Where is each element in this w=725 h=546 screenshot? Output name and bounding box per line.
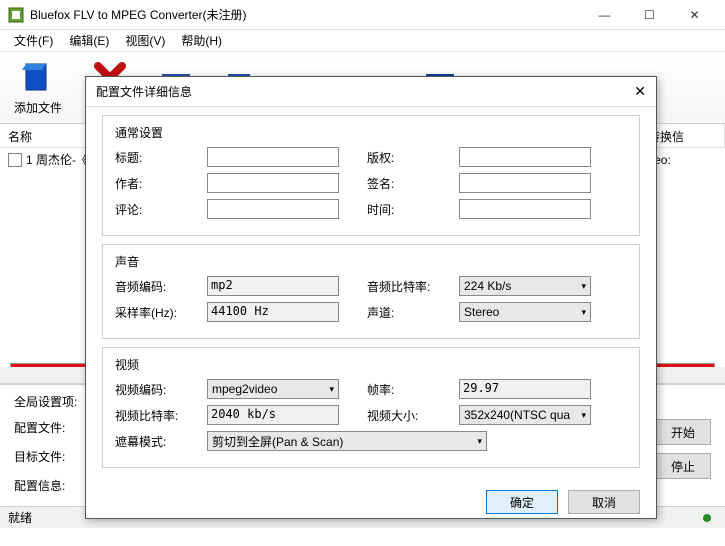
- profile-detail-dialog: 配置文件详细信息 ✕ 通常设置 标题: 版权: 作者: 签名: 评论: 时间:: [85, 76, 657, 519]
- file-icon: [8, 153, 22, 167]
- fps-value: 29.97: [459, 379, 591, 399]
- cancel-button[interactable]: 取消: [568, 490, 640, 514]
- fps-label: 帧率:: [367, 381, 451, 398]
- info-label: 配置信息:: [14, 477, 84, 494]
- video-legend: 视频: [115, 356, 627, 373]
- chevron-down-icon: ▾: [581, 410, 586, 421]
- audio-bitrate-label: 音频比特率:: [367, 278, 451, 295]
- menu-file[interactable]: 文件(F): [6, 30, 61, 51]
- title-bar: Bluefox FLV to MPEG Converter(未注册) — ☐ ✕: [0, 0, 725, 30]
- stop-button[interactable]: 停止: [655, 453, 711, 479]
- mask-mode-label: 遮幕模式:: [115, 433, 199, 450]
- video-size-label: 视频大小:: [367, 407, 451, 424]
- app-icon: [8, 7, 24, 23]
- sample-rate-value: 44100 Hz: [207, 302, 339, 322]
- audio-codec-label: 音频编码:: [115, 278, 199, 295]
- menu-view[interactable]: 视图(V): [117, 30, 173, 51]
- audio-legend: 声音: [115, 253, 627, 270]
- menu-help[interactable]: 帮助(H): [173, 30, 230, 51]
- channel-label: 声道:: [367, 304, 451, 321]
- close-button[interactable]: ✕: [672, 1, 717, 29]
- dialog-title: 配置文件详细信息: [96, 83, 634, 100]
- video-bitrate-value: 2040 kb/s: [207, 405, 339, 425]
- title-input[interactable]: [207, 147, 339, 167]
- title-label: 标题:: [115, 149, 199, 166]
- mask-mode-select[interactable]: 剪切到全屏(Pan & Scan)▾: [207, 431, 487, 451]
- maximize-button[interactable]: ☐: [627, 1, 672, 29]
- ok-button[interactable]: 确定: [486, 490, 558, 514]
- menu-bar: 文件(F) 编辑(E) 视图(V) 帮助(H): [0, 30, 725, 52]
- dialog-buttons: 确定 取消: [86, 488, 656, 518]
- global-section-label: 全局设置项:: [14, 393, 84, 410]
- window-title: Bluefox FLV to MPEG Converter(未注册): [30, 6, 582, 23]
- copyright-label: 版权:: [367, 149, 451, 166]
- author-label: 作者:: [115, 175, 199, 192]
- video-bitrate-label: 视频比特率:: [115, 407, 199, 424]
- minimize-button[interactable]: —: [582, 1, 627, 29]
- copyright-input[interactable]: [459, 147, 591, 167]
- time-label: 时间:: [367, 201, 451, 218]
- video-codec-select[interactable]: mpeg2video▾: [207, 379, 339, 399]
- chevron-down-icon: ▾: [581, 307, 586, 318]
- status-indicator-icon: [703, 514, 711, 522]
- dialog-titlebar: 配置文件详细信息 ✕: [86, 77, 656, 107]
- audio-bitrate-select[interactable]: 224 Kb/s▾: [459, 276, 591, 296]
- author-input[interactable]: [207, 173, 339, 193]
- audio-codec-value: mp2: [207, 276, 339, 296]
- general-legend: 通常设置: [115, 124, 627, 141]
- chevron-down-icon: ▾: [329, 384, 334, 395]
- sign-label: 签名:: [367, 175, 451, 192]
- add-file-button[interactable]: 添加文件: [14, 60, 62, 116]
- time-input[interactable]: [459, 199, 591, 219]
- start-button[interactable]: 开始: [655, 419, 711, 445]
- video-group: 视频 视频编码: mpeg2video▾ 帧率: 29.97 视频比特率: 20…: [102, 347, 640, 468]
- comment-label: 评论:: [115, 201, 199, 218]
- chevron-down-icon: ▾: [581, 281, 586, 292]
- chevron-down-icon: ▾: [477, 436, 482, 447]
- target-label: 目标文件:: [14, 448, 84, 465]
- video-codec-label: 视频编码:: [115, 381, 199, 398]
- menu-edit[interactable]: 编辑(E): [61, 30, 117, 51]
- channel-select[interactable]: Stereo▾: [459, 302, 591, 322]
- add-file-icon: [20, 60, 56, 96]
- sign-input[interactable]: [459, 173, 591, 193]
- video-size-select[interactable]: 352x240(NTSC qua▾: [459, 405, 591, 425]
- sample-rate-label: 采样率(Hz):: [115, 304, 199, 321]
- dialog-close-button[interactable]: ✕: [634, 83, 646, 100]
- profile-label: 配置文件:: [14, 419, 84, 436]
- general-group: 通常设置 标题: 版权: 作者: 签名: 评论: 时间:: [102, 115, 640, 236]
- audio-group: 声音 音频编码: mp2 音频比特率: 224 Kb/s▾ 采样率(Hz): 4…: [102, 244, 640, 339]
- comment-input[interactable]: [207, 199, 339, 219]
- status-text: 就绪: [8, 509, 32, 526]
